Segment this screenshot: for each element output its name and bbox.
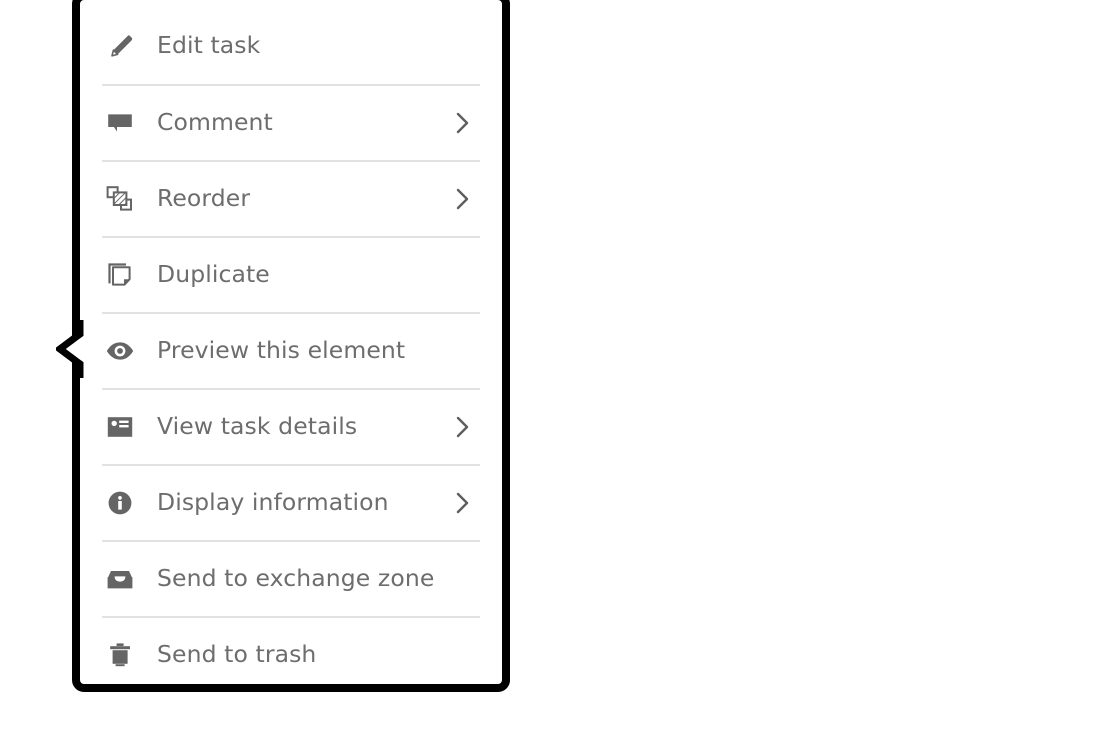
info-circle-icon xyxy=(103,486,137,520)
menu-item-duplicate[interactable]: Duplicate xyxy=(102,236,480,312)
inbox-tray-icon xyxy=(103,562,137,596)
eye-icon xyxy=(103,334,137,368)
menu-item-label: Reorder xyxy=(157,184,251,213)
speech-bubble-icon xyxy=(103,106,137,140)
menu-item-label: Send to trash xyxy=(157,640,317,669)
menu-item-label: View task details xyxy=(157,412,358,441)
chevron-right-icon[interactable] xyxy=(452,186,474,212)
menu-item-label: Display information xyxy=(157,488,389,517)
callout-pointer xyxy=(56,318,84,380)
menu-item-view-task-details[interactable]: View task details xyxy=(102,388,480,464)
menu-item-label: Comment xyxy=(157,108,273,137)
context-menu-list: Edit task Comment Reorder Duplicate Prev… xyxy=(80,0,502,684)
menu-item-send-to-exchange-zone[interactable]: Send to exchange zone xyxy=(102,540,480,616)
chevron-right-icon[interactable] xyxy=(452,490,474,516)
menu-item-label: Duplicate xyxy=(157,260,270,289)
menu-item-reorder[interactable]: Reorder xyxy=(102,160,480,236)
chevron-right-icon[interactable] xyxy=(452,414,474,440)
menu-item-label: Send to exchange zone xyxy=(157,564,435,593)
menu-item-preview-element[interactable]: Preview this element xyxy=(102,312,480,388)
duplicate-icon xyxy=(103,258,137,292)
id-card-icon xyxy=(103,410,137,444)
menu-item-edit-task[interactable]: Edit task xyxy=(102,8,480,84)
chevron-right-icon[interactable] xyxy=(452,110,474,136)
screen-canvas: Edit task Comment Reorder Duplicate Prev… xyxy=(0,0,1096,735)
menu-item-comment[interactable]: Comment xyxy=(102,84,480,160)
reorder-icon xyxy=(103,182,137,216)
menu-item-label: Preview this element xyxy=(157,336,406,365)
trash-icon xyxy=(103,638,137,672)
menu-item-send-to-trash[interactable]: Send to trash xyxy=(102,616,480,692)
task-context-menu: Edit task Comment Reorder Duplicate Prev… xyxy=(72,0,510,692)
menu-item-display-information[interactable]: Display information xyxy=(102,464,480,540)
pencil-icon xyxy=(103,29,137,63)
menu-item-label: Edit task xyxy=(157,31,261,60)
